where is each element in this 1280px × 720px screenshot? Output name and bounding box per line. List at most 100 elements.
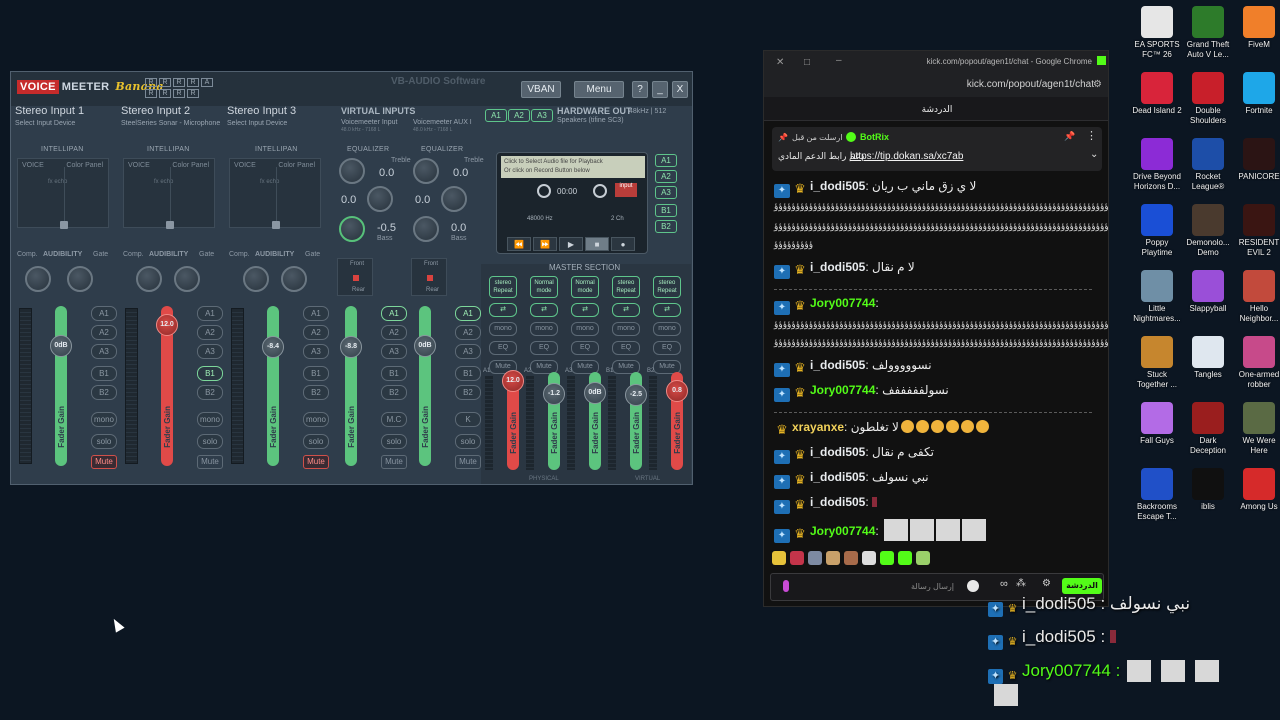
desktop-icon[interactable]: Slappyball — [1182, 270, 1234, 314]
desktop-icon[interactable]: Stuck Together ... — [1131, 336, 1183, 390]
bus-button-b1[interactable]: B1 — [381, 366, 407, 381]
chat-message[interactable]: ♛ xrayanxe: لا تغلطون — [774, 420, 989, 437]
pin-button-icon[interactable]: 📌 — [1064, 131, 1075, 142]
desktop-icon[interactable]: Little Nightmares... — [1131, 270, 1183, 324]
emote-icon[interactable] — [826, 551, 840, 565]
emote-icon[interactable] — [898, 551, 912, 565]
emote-icon[interactable] — [808, 551, 822, 565]
master-fader-knob[interactable]: 12.0 — [502, 370, 524, 392]
macro-icon[interactable]: R — [159, 78, 171, 87]
strip-device[interactable]: SteelSeries Sonar - Microphone — [121, 120, 220, 127]
desktop-icon[interactable]: Hello Neighbor... — [1233, 270, 1280, 324]
send-chat-button[interactable]: الدردشة — [1062, 578, 1102, 594]
bus-button-b1[interactable]: B1 — [197, 366, 223, 381]
rewind-button[interactable]: ⏪ — [507, 237, 531, 251]
record-button[interactable]: ● — [611, 237, 635, 251]
intellipan-pad[interactable]: VOICE Color Panel fx echo — [123, 158, 215, 229]
bus-button-b2[interactable]: B2 — [91, 385, 117, 400]
menu-button[interactable]: Menu — [574, 81, 624, 98]
eq-treble-knob[interactable] — [339, 158, 365, 184]
eq-treble-knob[interactable] — [413, 158, 439, 184]
bus-button-a1[interactable]: A1 — [455, 306, 481, 321]
chat-username[interactable]: Jory007744 — [810, 383, 875, 397]
chat-message[interactable]: ✦ ♛ Jory007744: — [774, 296, 879, 315]
hw-tab-a2[interactable]: A2 — [508, 109, 530, 122]
bus-button-a1[interactable]: A1 — [197, 306, 223, 321]
strip-title[interactable]: Stereo Input 3 — [227, 105, 296, 117]
desktop-icon[interactable]: Among Us — [1233, 468, 1280, 512]
eq-bass-knob[interactable] — [339, 216, 365, 242]
comp-knob[interactable] — [136, 266, 162, 292]
bus-button-b1[interactable]: B1 — [91, 366, 117, 381]
recorder-bus-a2[interactable]: A2 — [655, 170, 677, 183]
close-button[interactable]: X — [672, 81, 688, 98]
bus-button-b1[interactable]: B1 — [303, 366, 329, 381]
desktop-icon[interactable]: Grand Theft Auto V Le... — [1182, 6, 1234, 60]
desktop-icon[interactable]: Drive Beyond Horizons D... — [1131, 138, 1183, 192]
emote-icon[interactable] — [790, 551, 804, 565]
recorder-bus-b1[interactable]: B1 — [655, 204, 677, 217]
mute-button[interactable]: Mute — [381, 455, 407, 469]
strip-title[interactable]: Stereo Input 1 — [15, 105, 84, 117]
emote-icon[interactable] — [916, 551, 930, 565]
master-mono-button[interactable]: mono — [653, 322, 681, 336]
master-mode-button[interactable]: stereo Repeat — [489, 276, 517, 298]
more-options-icon[interactable]: ⋮ — [1086, 129, 1097, 142]
chat-username[interactable]: Jory007744 — [810, 296, 875, 310]
minimize-button[interactable]: _ — [652, 81, 668, 98]
master-eq-button[interactable]: EQ — [489, 341, 517, 355]
solo-button[interactable]: solo — [197, 434, 223, 449]
surround-pad[interactable]: Front Rear — [411, 258, 447, 296]
macro-icon[interactable]: R — [173, 78, 185, 87]
site-settings-icon[interactable]: ⚙ — [1093, 79, 1102, 90]
close-window-icon[interactable]: ✕ — [776, 57, 784, 68]
desktop-icon[interactable]: We Were Here — [1233, 402, 1280, 456]
master-fader-knob[interactable]: -2.5 — [625, 384, 647, 406]
chat-message[interactable]: ✦ ♛ Jory007744: — [774, 519, 987, 543]
desktop-icon[interactable]: RESIDENT EVIL 2 — [1233, 204, 1280, 258]
desktop-icon[interactable]: Tangles — [1182, 336, 1234, 380]
comp-knob[interactable] — [25, 266, 51, 292]
macro-icon[interactable]: R — [187, 89, 199, 98]
surround-cursor[interactable] — [353, 275, 359, 281]
help-button[interactable]: ? — [632, 81, 648, 98]
master-mode-button[interactable]: Normal mode — [530, 276, 558, 298]
bus-button-a1[interactable]: A1 — [381, 306, 407, 321]
mute-button[interactable]: Mute — [197, 455, 223, 469]
fader-knob[interactable]: -8.8 — [340, 336, 362, 358]
master-mono-button[interactable]: mono — [489, 322, 517, 336]
surround-cursor[interactable] — [427, 275, 433, 281]
master-mode-button[interactable]: Normal mode — [571, 276, 599, 298]
fader-knob[interactable]: 0dB — [414, 335, 436, 357]
pad-cursor[interactable] — [272, 221, 280, 229]
intellipan-pad[interactable]: VOICE Color Panel fx echo — [229, 158, 321, 229]
master-fader-knob[interactable]: 0.8 — [666, 380, 688, 402]
desktop-icon[interactable]: iblis — [1182, 468, 1234, 512]
bus-button-a3[interactable]: A3 — [91, 344, 117, 359]
desktop-icon[interactable]: PANICORE — [1233, 138, 1280, 182]
solo-button[interactable]: solo — [303, 434, 329, 449]
mute-button[interactable]: Mute — [91, 455, 117, 469]
master-mono-button[interactable]: mono — [571, 322, 599, 336]
fader-knob[interactable]: 12.0 — [156, 314, 178, 336]
desktop-icon[interactable]: Dead Island 2 — [1131, 72, 1183, 116]
gate-knob[interactable] — [174, 266, 200, 292]
strip-device[interactable]: Select Input Device — [15, 120, 75, 127]
emote-icon[interactable] — [862, 551, 876, 565]
master-mode-button[interactable]: stereo Repeat — [612, 276, 640, 298]
chat-message[interactable]: ✦ ♛ i_dodi505: نسووووولف — [774, 358, 932, 377]
swap-icon[interactable]: ⇄ — [489, 303, 517, 317]
chat-username[interactable]: i_dodi505 — [810, 260, 865, 274]
bus-button-b1[interactable]: B1 — [455, 366, 481, 381]
mono-button[interactable]: mono — [197, 412, 223, 427]
hardware-out-device[interactable]: Speakers (tifine SC3) — [557, 117, 624, 124]
mono-button[interactable]: mono — [303, 412, 329, 427]
macro-icon[interactable]: R — [159, 89, 171, 98]
chat-message[interactable]: ✦ ♛ i_dodi505: لا م نقال — [774, 260, 915, 279]
macro-icon[interactable]: A — [201, 78, 213, 87]
desktop-icon[interactable]: Backrooms Escape T... — [1131, 468, 1183, 522]
bus-button-a3[interactable]: A3 — [303, 344, 329, 359]
fader-knob[interactable]: 0dB — [50, 335, 72, 357]
users-icon[interactable]: ⁂ — [1016, 578, 1026, 589]
solo-button[interactable]: solo — [91, 434, 117, 449]
